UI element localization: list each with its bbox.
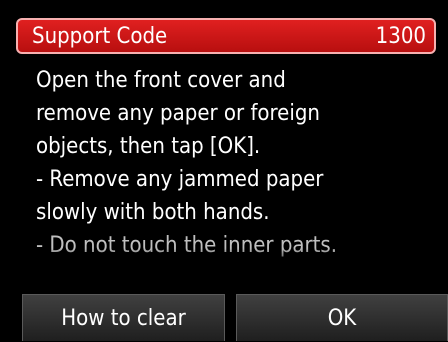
support-code-number: 1300 xyxy=(375,24,426,49)
how-to-clear-button[interactable]: How to clear xyxy=(22,294,225,341)
message-line: remove any paper or foreign xyxy=(36,101,320,126)
ok-button[interactable]: OK xyxy=(236,294,448,341)
message-line: objects, then tap [OK]. xyxy=(36,134,261,159)
scroll-fade xyxy=(0,248,448,270)
message-line: slowly with both hands. xyxy=(36,200,270,225)
printer-error-screen: Support Code 1300 Open the front cover a… xyxy=(0,0,448,341)
support-code-header: Support Code 1300 xyxy=(16,18,436,54)
message-line: Open the front cover and xyxy=(36,68,286,93)
error-message[interactable]: Open the front cover and remove any pape… xyxy=(36,64,440,268)
message-line: - Remove any jammed paper xyxy=(36,167,324,192)
support-code-label: Support Code xyxy=(32,24,168,49)
